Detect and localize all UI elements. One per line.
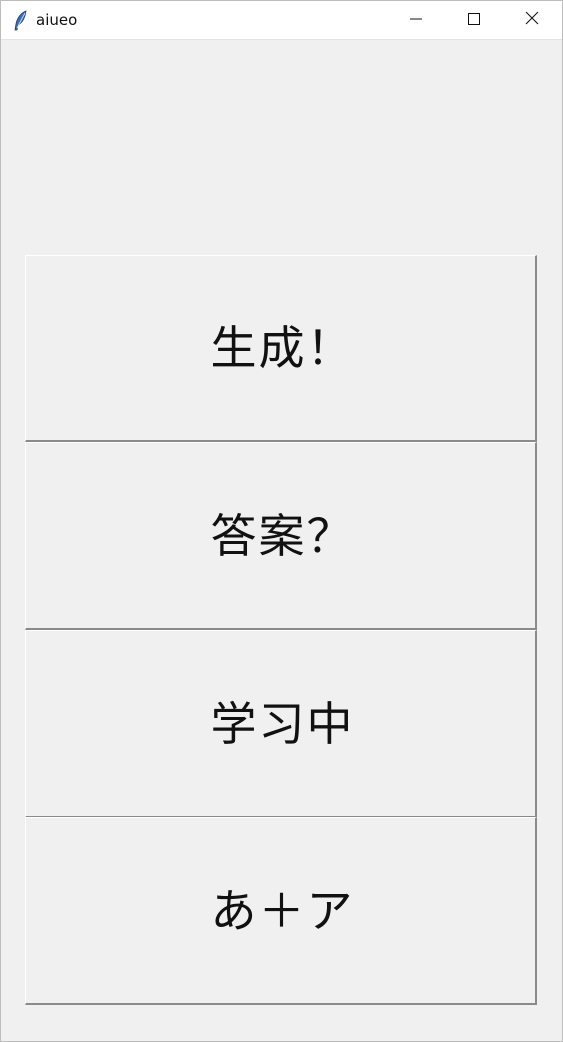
generate-button-label: 生成！: [210, 321, 355, 375]
title-bar[interactable]: aiueo: [1, 1, 562, 40]
answer-button[interactable]: 答案？: [25, 442, 537, 630]
minimize-button[interactable]: [387, 1, 445, 40]
maximize-button[interactable]: [445, 1, 503, 40]
client-area: 生成！ 答案？ 学习中 あ＋ア: [1, 40, 562, 1041]
window-title: aiueo: [36, 11, 78, 29]
learning-button[interactable]: 学习中: [25, 630, 537, 818]
learning-button-label: 学习中: [210, 696, 355, 751]
app-window: aiueo 生成！ 答案？ 学习中 あ＋ア: [0, 0, 563, 1042]
answer-button-label: 答案？: [210, 508, 355, 563]
kana-button[interactable]: あ＋ア: [25, 817, 537, 1005]
feather-icon: [13, 10, 29, 31]
close-button[interactable]: [503, 1, 561, 40]
maximize-icon: [468, 12, 480, 30]
kana-button-label: あ＋ア: [210, 883, 355, 938]
minimize-icon: [410, 12, 422, 30]
close-icon: [525, 11, 539, 30]
generate-button[interactable]: 生成！: [25, 255, 537, 442]
